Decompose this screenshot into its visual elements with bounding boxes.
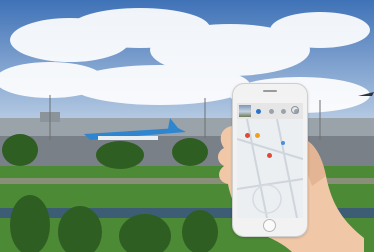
gate-marker[interactable]	[267, 153, 272, 158]
speaker	[263, 90, 277, 92]
gate-marker[interactable]	[245, 133, 250, 138]
tab-3[interactable]	[281, 108, 287, 114]
header-bar	[237, 103, 303, 119]
you-are-here-marker[interactable]	[281, 141, 285, 145]
airport-map[interactable]	[237, 118, 303, 218]
photo-scene	[0, 0, 374, 252]
tab-2[interactable]	[268, 108, 274, 114]
smartphone	[233, 84, 307, 236]
photo-thumbnail[interactable]	[239, 105, 251, 117]
shop-marker[interactable]	[255, 133, 260, 138]
home-button[interactable]	[263, 219, 276, 232]
tab-1[interactable]	[255, 108, 261, 114]
compass-icon[interactable]	[291, 106, 299, 114]
app-screen[interactable]	[237, 98, 303, 218]
